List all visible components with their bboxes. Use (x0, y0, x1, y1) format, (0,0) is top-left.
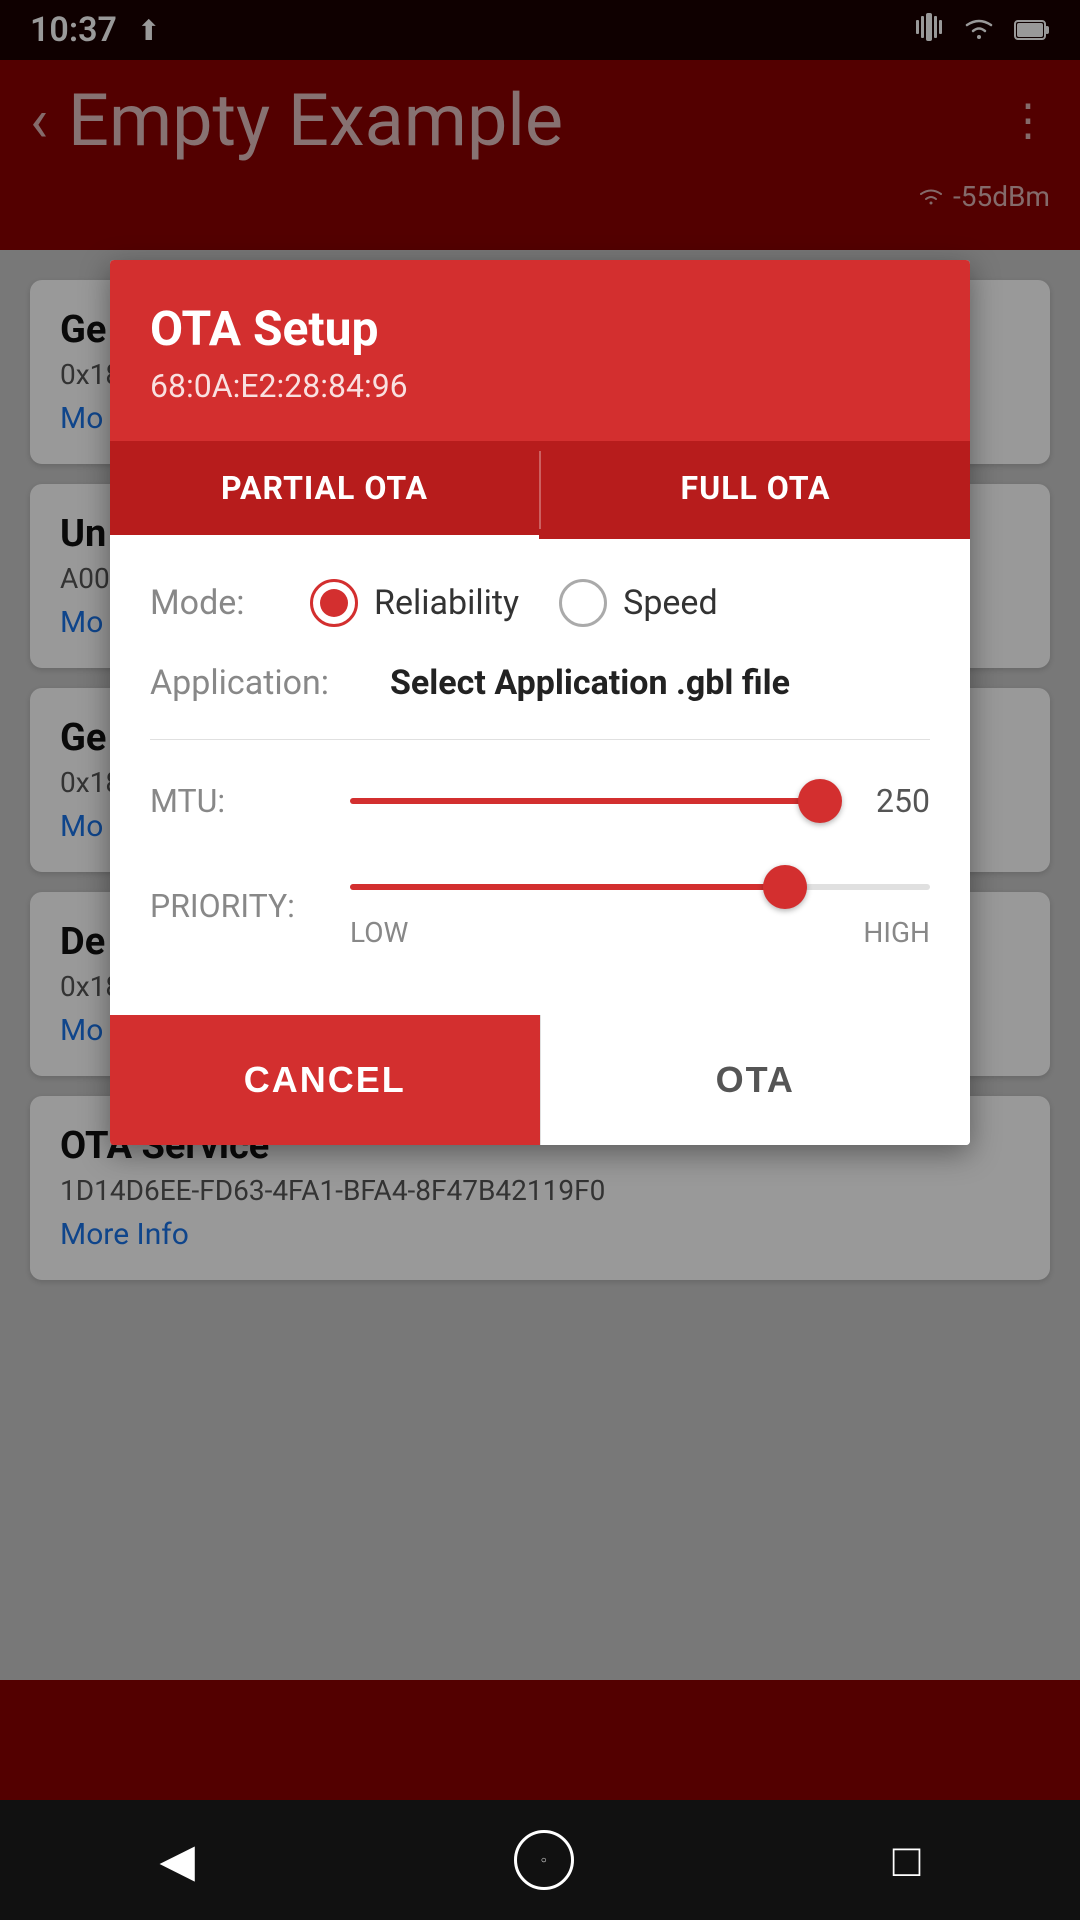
dialog-buttons: CANCEL OTA (110, 1015, 970, 1145)
priority-labels: LOW HIGH (350, 916, 930, 949)
priority-label: PRIORITY: (150, 887, 330, 925)
dialog-body: Mode: Reliability Speed Application: Sel… (110, 539, 970, 1015)
priority-slider-container[interactable] (350, 862, 930, 912)
tab-partial-ota[interactable]: PARTIAL OTA (110, 441, 539, 539)
priority-high-label: HIGH (863, 916, 930, 949)
reliability-option[interactable]: Reliability (310, 579, 519, 627)
mtu-slider-fill (350, 798, 840, 804)
speed-label: Speed (623, 583, 718, 623)
ota-button[interactable]: OTA (540, 1015, 971, 1145)
mtu-value: 250 (860, 782, 930, 820)
mtu-slider-row: MTU: 250 (150, 776, 930, 826)
nav-recent-button[interactable]: □ (893, 1833, 921, 1888)
application-row: Application: Select Application .gbl fil… (150, 663, 930, 740)
priority-low-label: LOW (350, 916, 408, 949)
application-value[interactable]: Select Application .gbl file (390, 663, 790, 703)
nav-home-button[interactable]: ○ (514, 1830, 574, 1890)
mtu-label-row: MTU: 250 (150, 776, 930, 826)
mtu-label: MTU: (150, 782, 330, 820)
dialog-device-id: 68:0A:E2:28:84:96 (150, 367, 930, 405)
priority-slider-fill (350, 884, 785, 890)
mtu-slider-thumb[interactable] (798, 779, 842, 823)
priority-slider-track (350, 884, 930, 890)
cancel-button[interactable]: CANCEL (110, 1015, 540, 1145)
speed-option[interactable]: Speed (559, 579, 718, 627)
mode-row: Mode: Reliability Speed (150, 579, 930, 627)
nav-back-button[interactable]: ◀ (159, 1833, 194, 1888)
mode-label: Mode: (150, 583, 270, 623)
slider-section: MTU: 250 PRIORITY: (150, 740, 930, 1005)
dialog-header: OTA Setup 68:0A:E2:28:84:96 (110, 260, 970, 441)
bottom-nav: ◀ ○ □ (0, 1800, 1080, 1920)
priority-slider-thumb[interactable] (763, 865, 807, 909)
reliability-radio-fill (320, 589, 348, 617)
speed-radio[interactable] (559, 579, 607, 627)
reliability-radio[interactable] (310, 579, 358, 627)
priority-slider-wrap: LOW HIGH (350, 862, 930, 949)
priority-row: PRIORITY: LOW HIGH (150, 862, 930, 949)
mtu-slider-track (350, 798, 840, 804)
reliability-label: Reliability (374, 583, 519, 623)
dialog-title: OTA Setup (150, 300, 930, 357)
priority-slider-row: PRIORITY: LOW HIGH (150, 862, 930, 949)
ota-setup-dialog: OTA Setup 68:0A:E2:28:84:96 PARTIAL OTA … (110, 260, 970, 1145)
dialog-tabs: PARTIAL OTA FULL OTA (110, 441, 970, 539)
tab-full-ota[interactable]: FULL OTA (541, 441, 970, 539)
mtu-slider-container[interactable] (350, 776, 840, 826)
application-label: Application: (150, 663, 360, 703)
